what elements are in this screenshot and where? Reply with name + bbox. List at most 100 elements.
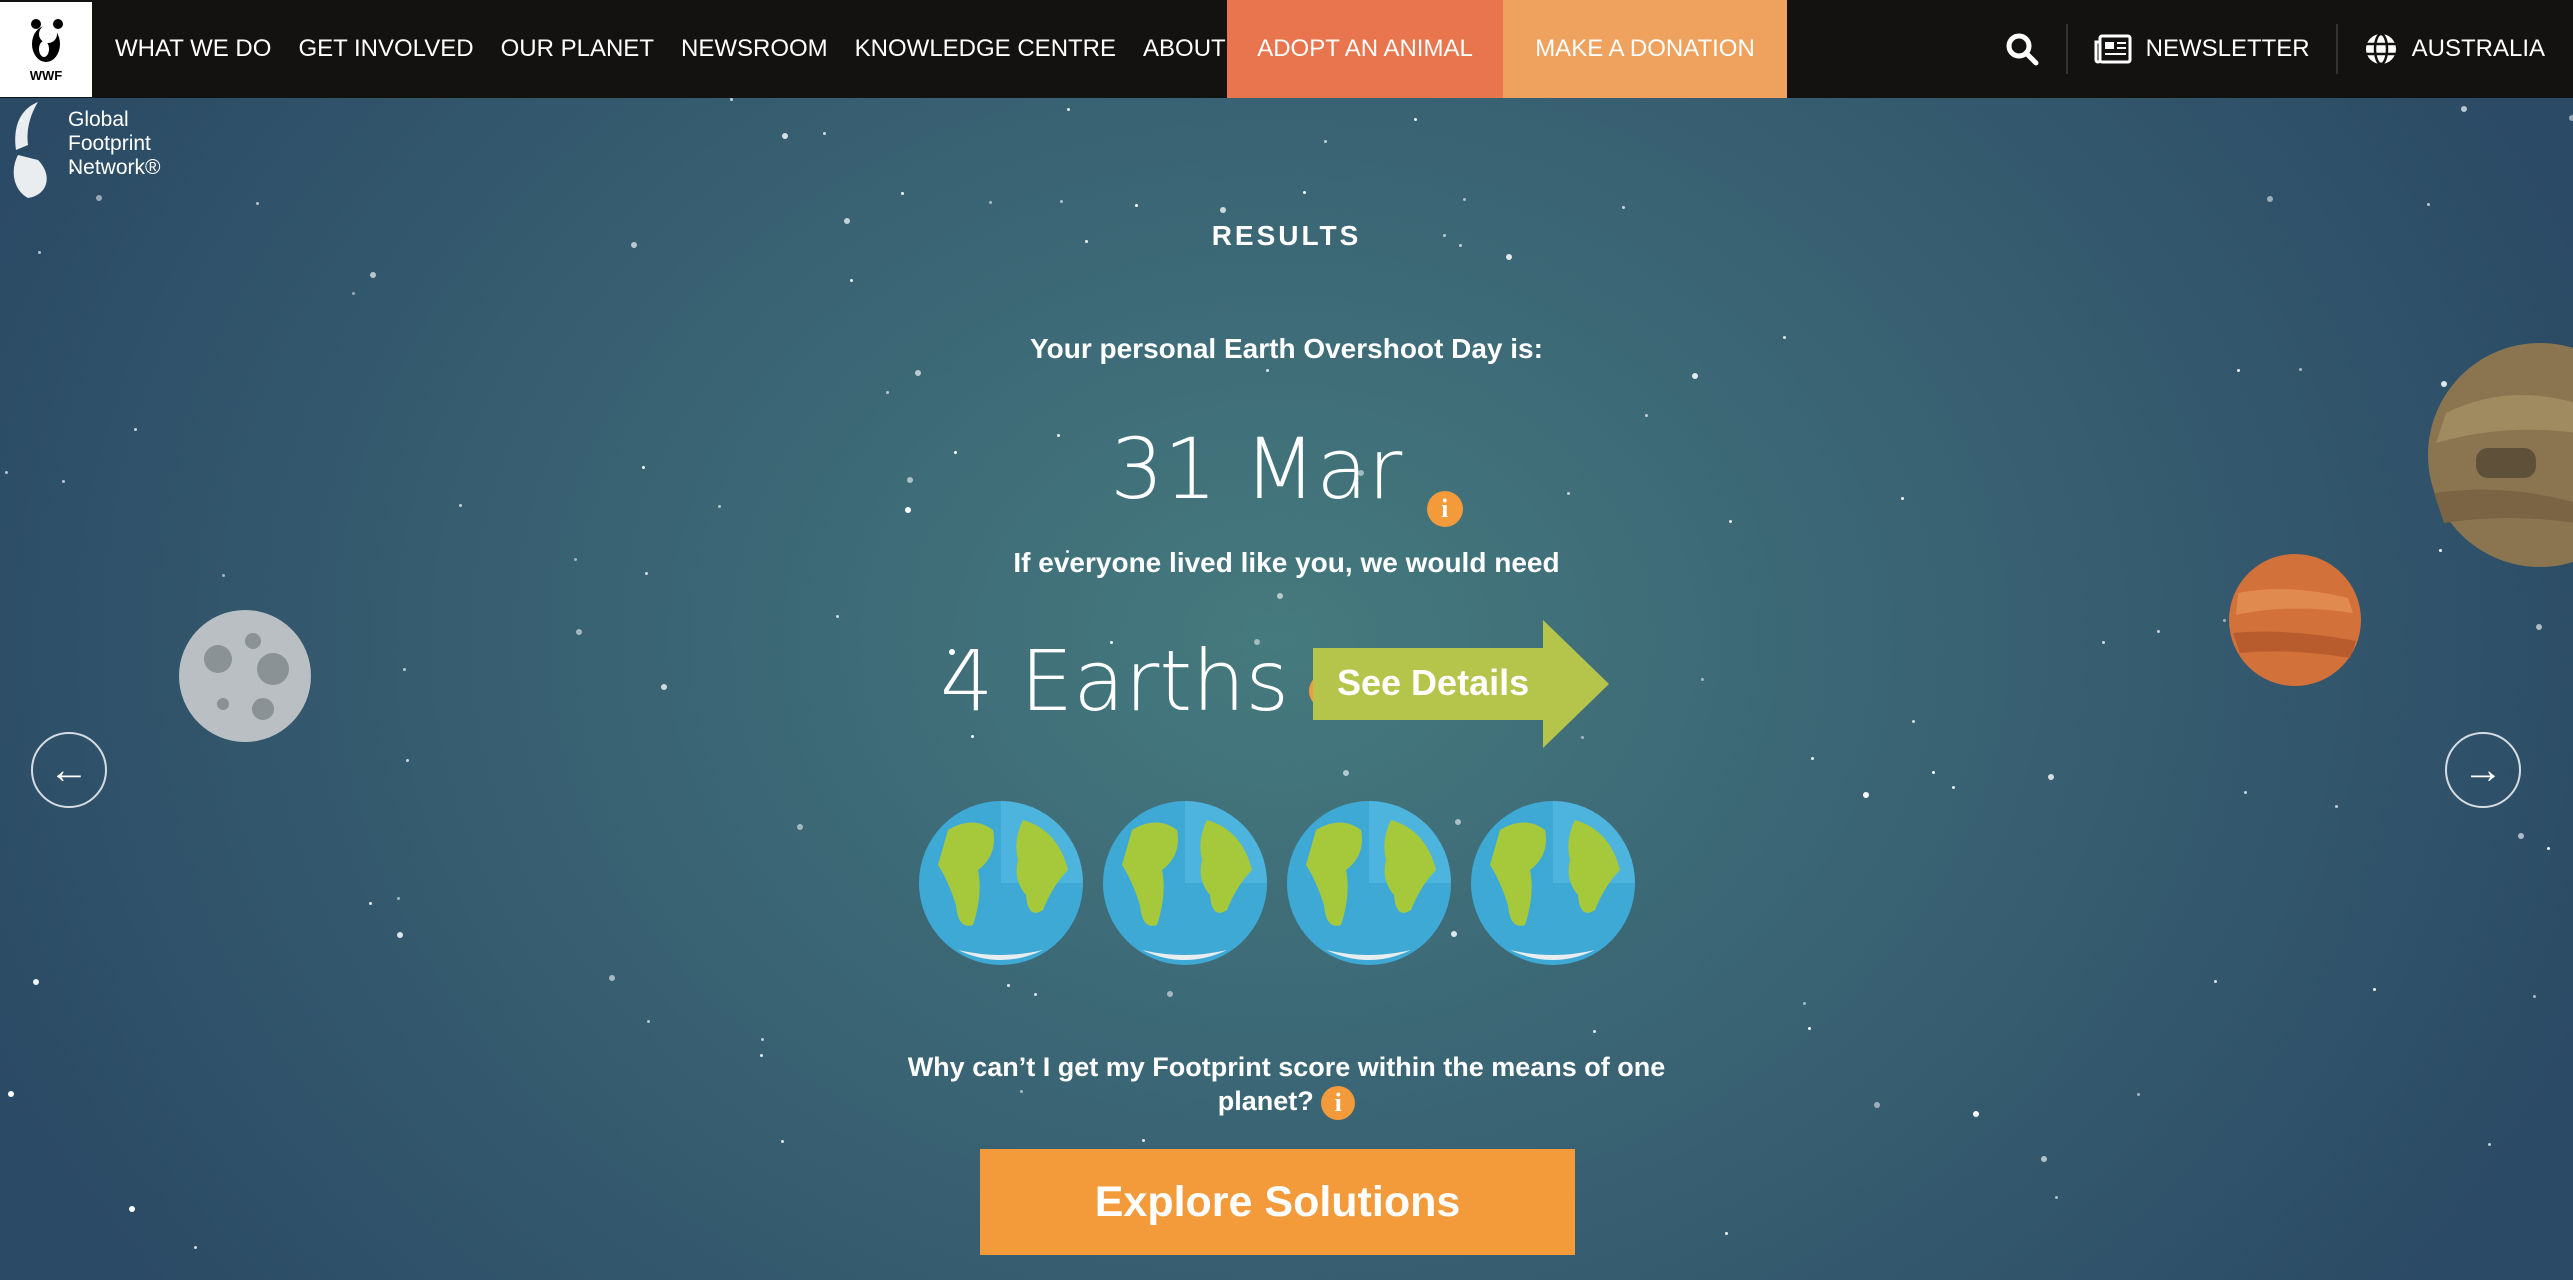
results-heading: RESULTS [1211,220,1362,251]
star [1506,253,1513,260]
next-arrow-button[interactable]: → [2445,732,2521,808]
wwf-logo[interactable]: WWF [0,1,92,97]
star [2547,847,2551,851]
star [2055,1196,2059,1200]
brand-line: Network® [68,156,161,179]
star [797,824,804,831]
region-selector[interactable]: AUSTRALIA [2364,32,2545,66]
star [782,132,789,139]
star [1007,983,1011,987]
star [1033,993,1037,997]
nav-get-involved[interactable]: GET INVOLVED [298,35,473,63]
star [730,98,734,102]
explore-solutions-button[interactable]: Explore Solutions [980,1149,1575,1255]
star [1912,720,1916,724]
adopt-animal-button[interactable]: ADOPT AN ANIMAL [1227,0,1503,98]
star [1972,1110,1979,1117]
star [1644,414,1648,418]
star [2267,195,2273,202]
nav-what-we-do[interactable]: WHAT WE DO [115,35,271,63]
star [1874,1102,1881,1109]
donate-button[interactable]: MAKE A DONATION [1503,0,1787,98]
earth-icons [918,800,1636,966]
star [1803,1001,1807,1005]
star [576,629,583,636]
earths-count: 4 Earths [940,632,1290,730]
star [396,896,400,900]
info-icon[interactable]: i [1321,1085,1356,1120]
overshoot-label: Your personal Earth Overshoot Day is: [1030,333,1543,364]
see-details-button[interactable]: See Details [1313,620,1609,748]
star [255,202,259,206]
star [1135,203,1138,207]
prev-arrow-button[interactable]: ← [31,732,107,808]
earths-row: 4 Earths i [940,632,1346,730]
star [2101,640,2105,644]
arrow-left-icon: ← [49,747,89,792]
star [1810,757,1814,761]
divider [2065,24,2068,74]
star [1323,139,1327,143]
question-text: Why can’t I get my Footprint score withi… [907,1052,1666,1116]
star [1932,770,1936,774]
star [397,932,404,939]
brand-line: Global [68,108,129,131]
star [2298,368,2302,372]
star [2533,995,2537,999]
search-icon[interactable] [2004,31,2040,67]
newspaper-icon [2094,34,2132,64]
star [1060,199,1064,203]
star [1725,1231,1729,1235]
nav-our-planet[interactable]: OUR PLANET [501,35,654,63]
star [194,1245,198,1249]
star [1808,1027,1812,1031]
star [128,1206,135,1213]
gfn-logo[interactable]: Global Footprint Network® [8,100,161,200]
star [660,684,667,691]
leaf-logo-icon [13,102,47,198]
star [402,667,406,671]
see-details-label: See Details [1337,662,1530,703]
star [2137,1093,2141,1097]
region-label: AUSTRALIA [2411,35,2545,62]
panda-icon [31,18,63,62]
earth-icon [1103,801,1267,965]
star [823,132,827,136]
star [2040,1155,2047,1162]
star [2373,987,2377,991]
nav-newsroom[interactable]: NEWSROOM [681,35,828,63]
star [2048,774,2055,780]
star [836,615,840,619]
moon-illustration [179,610,311,742]
star [1593,1030,1597,1034]
star [368,902,372,906]
brand-line: Footprint [68,132,151,155]
star [1342,769,1349,776]
star [2569,114,2573,121]
nav-knowledge-centre[interactable]: KNOWLEDGE CENTRE [855,35,1116,63]
overshoot-date: 31 Mar [1110,420,1403,518]
star [2460,106,2467,113]
star [1691,372,1698,379]
star [1219,207,1226,214]
info-icon[interactable]: i [1426,490,1463,527]
newsletter-label: NEWSLETTER [2145,35,2310,62]
star [1951,785,1955,789]
brown-planet-illustration [2428,343,2573,567]
globe-icon [2365,32,2396,66]
earth-icon [919,801,1083,965]
star [850,279,854,283]
earth-icon [1471,801,1635,965]
star [1700,677,1704,681]
star [2157,629,2161,633]
star [886,390,890,394]
star [1266,369,1270,373]
star [1142,1139,1146,1143]
newsletter-link[interactable]: NEWSLETTER [2094,34,2310,64]
earth-icon [1287,801,1451,965]
star [1166,991,1173,998]
star [609,974,616,981]
star [970,735,974,739]
star [1277,592,1284,599]
star [2335,805,2339,809]
